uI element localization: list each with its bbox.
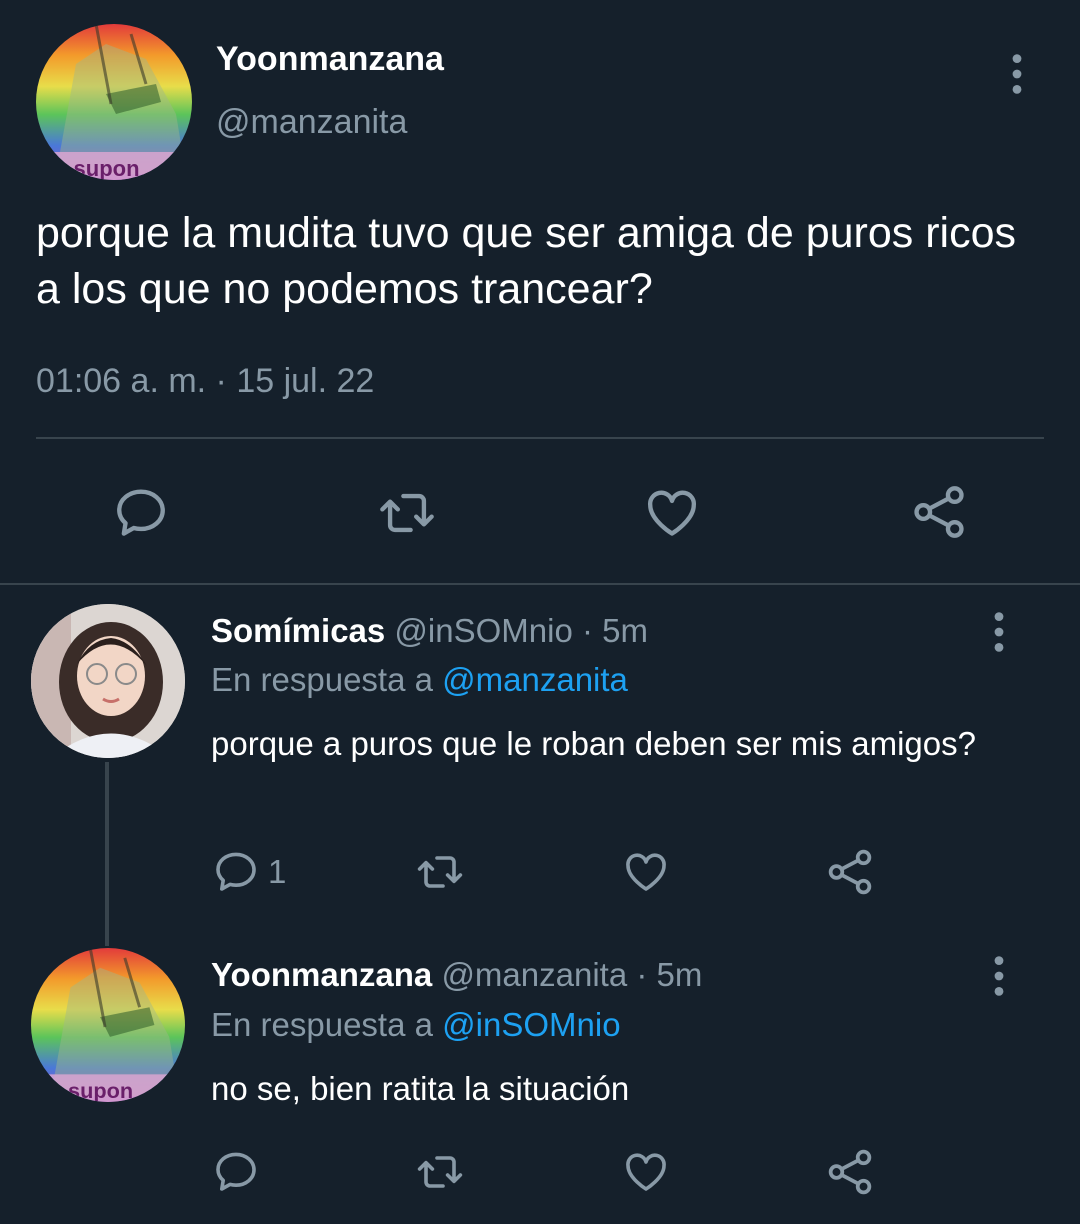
reply-text: porque a puros que le roban deben ser mi… [211,725,976,762]
more-vertical-icon[interactable] [984,954,1014,998]
reply-prefix: En respuesta a [211,1006,433,1043]
like-icon [620,848,672,896]
mention-link[interactable]: @manzanita [442,661,628,698]
share-button[interactable] [825,846,875,898]
tweet-detail-screen: o supon Yoonmanzana @manzanita porque la… [0,0,1080,1224]
share-icon [825,1146,875,1198]
retweet-button[interactable] [412,848,468,896]
avatar[interactable]: o supon [36,24,192,180]
avatar[interactable] [31,604,185,758]
reply-header: Somímicas @inSOMnio · 5m [211,612,648,650]
reply-icon [212,848,260,896]
tweet-time: · 5m [636,956,703,993]
retweet-icon [412,1148,468,1196]
retweet-icon [412,848,468,896]
display-name[interactable]: Yoonmanzana [216,40,444,79]
avatar[interactable]: o supon [31,948,185,1102]
user-handle[interactable]: @manzanita [216,103,407,142]
reply-button[interactable] [212,1148,260,1196]
divider [36,437,1044,439]
more-vertical-icon[interactable] [984,610,1014,654]
like-button[interactable] [620,1148,672,1196]
like-button[interactable] [620,848,672,896]
like-button[interactable] [642,484,702,542]
avatar-caption: o supon [49,1078,133,1102]
thread-line [105,762,109,946]
share-button[interactable] [825,1146,875,1198]
mention-link[interactable]: @inSOMnio [442,1006,620,1043]
display-name[interactable]: Somímicas [211,612,385,649]
user-handle[interactable]: @inSOMnio [394,612,572,649]
reply-text: no se, bien ratita la situación [211,1070,630,1107]
tweet-text: porque la mudita tuvo que ser amiga de p… [36,209,1016,313]
like-icon [620,1148,672,1196]
display-name[interactable]: Yoonmanzana [211,956,432,993]
reply-button[interactable] [112,484,170,542]
share-icon [825,846,875,898]
retweet-icon [375,484,439,542]
reply-context: En respuesta a @manzanita [211,661,628,699]
user-handle[interactable]: @manzanita [441,956,627,993]
like-icon [642,484,702,542]
avatar-caption: o supon [54,156,140,180]
reply-prefix: En respuesta a [211,661,433,698]
reply-icon [112,484,170,542]
tweet-time: · 5m [581,612,648,649]
retweet-button[interactable] [375,484,439,542]
more-vertical-icon[interactable] [1000,52,1034,96]
tweet-timestamp[interactable]: 01:06 a. m. · 15 jul. 22 [36,362,374,401]
reply-context: En respuesta a @inSOMnio [211,1006,621,1044]
divider [0,583,1080,585]
reply-count: 1 [268,853,287,890]
retweet-button[interactable] [412,1148,468,1196]
reply-header: Yoonmanzana @manzanita · 5m [211,956,702,994]
reply-button[interactable]: 1 [212,848,286,896]
share-button[interactable] [910,482,968,542]
reply-icon [212,1148,260,1196]
share-icon [910,482,968,542]
